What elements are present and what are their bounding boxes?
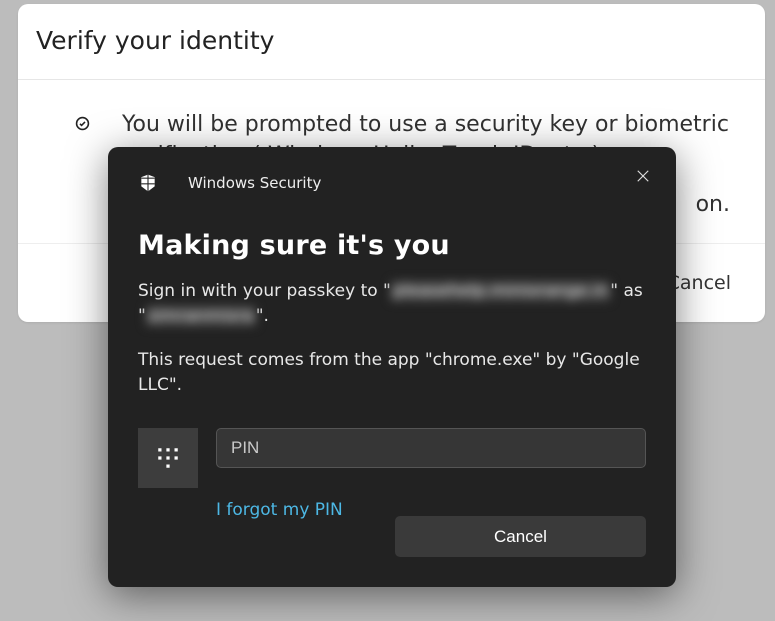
windows-security-dialog: Windows Security Making sure it's you Si… [108,147,676,587]
request-source-text: This request comes from the app "chrome.… [138,348,646,397]
dialog-app-title: Windows Security [188,174,321,192]
shield-icon [138,173,158,193]
card-header: Verify your identity [18,4,765,80]
pin-input[interactable] [216,428,646,468]
pin-row [138,428,646,488]
blurred-username: simranmisra [146,306,256,326]
dialog-heading: Making sure it's you [138,230,646,261]
pin-keypad-icon [138,428,198,488]
page-title: Verify your identity [36,26,747,55]
blurred-domain: pleasehelp.miniorange.in [391,281,610,301]
dialog-cancel-button[interactable]: Cancel [395,516,646,557]
dialog-footer: Cancel [138,516,646,557]
check-circle-icon [75,116,90,131]
dialog-header: Windows Security [138,165,646,201]
cancel-link[interactable]: Cancel [667,272,731,294]
passkey-signin-text: Sign in with your passkey to "pleasehelp… [138,279,646,328]
close-button[interactable] [629,162,657,190]
